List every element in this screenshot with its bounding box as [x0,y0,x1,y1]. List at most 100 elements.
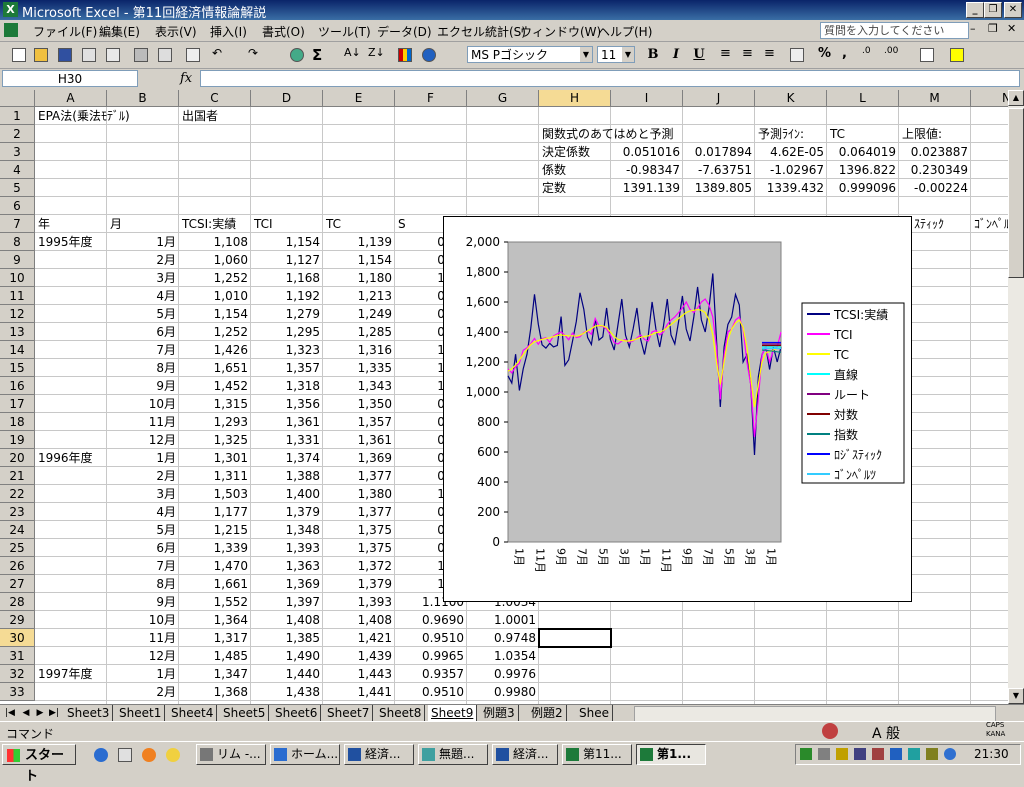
cell-b16[interactable]: 9月 [107,377,179,395]
cell-d25[interactable]: 1,393 [251,539,323,557]
increase-decimal-icon[interactable]: .0 [862,46,880,64]
cell-c29[interactable]: 1,364 [179,611,251,629]
cell-c13[interactable]: 1,252 [179,323,251,341]
cell-b17[interactable]: 10月 [107,395,179,413]
cell-i3[interactable]: 0.051016 [611,143,683,161]
cell-k5[interactable]: 1339.432 [755,179,827,197]
row-header-5[interactable]: 5 [0,179,35,197]
row-header-3[interactable]: 3 [0,143,35,161]
sheet-tab-例題2[interactable]: 例題2 [528,705,567,721]
cell-m4[interactable]: 0.230349 [899,161,971,179]
row-header-12[interactable]: 12 [0,305,35,323]
borders-icon[interactable] [918,46,936,64]
column-header-g[interactable]: G [467,90,539,107]
font-name-select[interactable]: MS Pゴシック ▼ [467,46,593,63]
cell-d32[interactable]: 1,440 [251,665,323,683]
cell-c8[interactable]: 1,108 [179,233,251,251]
cell-d20[interactable]: 1,374 [251,449,323,467]
row-header-4[interactable]: 4 [0,161,35,179]
column-header-k[interactable]: K [755,90,827,107]
cell-e19[interactable]: 1,361 [323,431,395,449]
cell-c26[interactable]: 1,470 [179,557,251,575]
active-cell-h30[interactable] [538,628,612,648]
row-header-32[interactable]: 32 [0,665,35,683]
cell-n3[interactable]: 0.01 [971,143,1008,161]
cell-m3[interactable]: 0.023887 [899,143,971,161]
taskbar-button-3[interactable]: 経済... [344,744,414,765]
cell-c28[interactable]: 1,552 [179,593,251,611]
cell-b20[interactable]: 1月 [107,449,179,467]
close-button[interactable]: ✕ [1004,2,1022,18]
column-header-c[interactable]: C [179,90,251,107]
insert-function-icon[interactable]: fx [180,71,192,86]
row-header-1[interactable]: 1 [0,107,35,125]
tray-app-icon-3[interactable] [872,748,884,760]
cell-b32[interactable]: 1月 [107,665,179,683]
menu-view[interactable]: 表示(V) [155,23,197,40]
embedded-chart[interactable]: 0 200 400 600 800 1,000 1,200 1,400 1,600 1,800 2,… [443,216,912,602]
cell-e29[interactable]: 1,408 [323,611,395,629]
media-quicklaunch-icon[interactable] [142,748,156,762]
cell-d9[interactable]: 1,127 [251,251,323,269]
row-header-9[interactable]: 9 [0,251,35,269]
comma-button[interactable]: , [842,46,860,64]
desktop-quicklaunch-icon[interactable] [118,748,132,762]
cell-e26[interactable]: 1,372 [323,557,395,575]
sheet-tab-sheet8[interactable]: Sheet8 [376,705,426,721]
cell-e9[interactable]: 1,154 [323,251,395,269]
row-header-13[interactable]: 13 [0,323,35,341]
clock[interactable]: 21:30 [974,747,1009,761]
row-header-10[interactable]: 10 [0,269,35,287]
cell-c18[interactable]: 1,293 [179,413,251,431]
row-header-16[interactable]: 16 [0,377,35,395]
fill-color-icon[interactable] [948,46,966,64]
column-header-l[interactable]: L [827,90,899,107]
cell-e22[interactable]: 1,380 [323,485,395,503]
tray-app-icon-2[interactable] [854,748,866,760]
cell-l3[interactable]: 0.064019 [827,143,899,161]
cell-b15[interactable]: 8月 [107,359,179,377]
cell-e24[interactable]: 1,375 [323,521,395,539]
cell-c11[interactable]: 1,010 [179,287,251,305]
row-header-21[interactable]: 21 [0,467,35,485]
row-header-23[interactable]: 23 [0,503,35,521]
cell-b30[interactable]: 11月 [107,629,179,647]
cell-e21[interactable]: 1,377 [323,467,395,485]
column-header-b[interactable]: B [107,90,179,107]
cell-c12[interactable]: 1,154 [179,305,251,323]
cell-f33[interactable]: 0.9510 [395,683,467,701]
row-header-19[interactable]: 19 [0,431,35,449]
sheet-tab-例題3[interactable]: 例題3 [480,705,519,721]
cell-i4[interactable]: -0.98347 [611,161,683,179]
tray-app-icon-5[interactable] [908,748,920,760]
network-tray-icon[interactable] [800,748,812,760]
cell-c1[interactable]: 出国者 [179,107,379,125]
next-sheet-icon[interactable]: ▶ [34,707,46,719]
cell-k3[interactable]: 4.62E-05 [755,143,827,161]
cell-d22[interactable]: 1,400 [251,485,323,503]
cell-b21[interactable]: 2月 [107,467,179,485]
row-header-26[interactable]: 26 [0,557,35,575]
menu-insert[interactable]: 挿入(I) [210,23,247,40]
sheet-tab-sheet1[interactable]: Sheet1 [116,705,166,721]
cell-e20[interactable]: 1,369 [323,449,395,467]
sheet-tab-shee[interactable]: Shee [576,705,613,721]
cell-e11[interactable]: 1,213 [323,287,395,305]
cell-b33[interactable]: 2月 [107,683,179,701]
cell-m5[interactable]: -0.00224 [899,179,971,197]
column-header-j[interactable]: J [683,90,755,107]
cell-b29[interactable]: 10月 [107,611,179,629]
doc-minimize-button[interactable]: – [970,22,976,35]
cell-e27[interactable]: 1,379 [323,575,395,593]
start-button[interactable]: スタート [2,744,76,784]
cell-d19[interactable]: 1,331 [251,431,323,449]
menu-help[interactable]: ヘルプ(H) [598,23,652,40]
cell-l4[interactable]: 1396.822 [827,161,899,179]
cell-b19[interactable]: 12月 [107,431,179,449]
sheet-tab-sheet5[interactable]: Sheet5 [220,705,270,721]
cell-b9[interactable]: 2月 [107,251,179,269]
cell-d26[interactable]: 1,363 [251,557,323,575]
cell-d27[interactable]: 1,369 [251,575,323,593]
volume-tray-icon[interactable] [818,748,830,760]
column-header-d[interactable]: D [251,90,323,107]
